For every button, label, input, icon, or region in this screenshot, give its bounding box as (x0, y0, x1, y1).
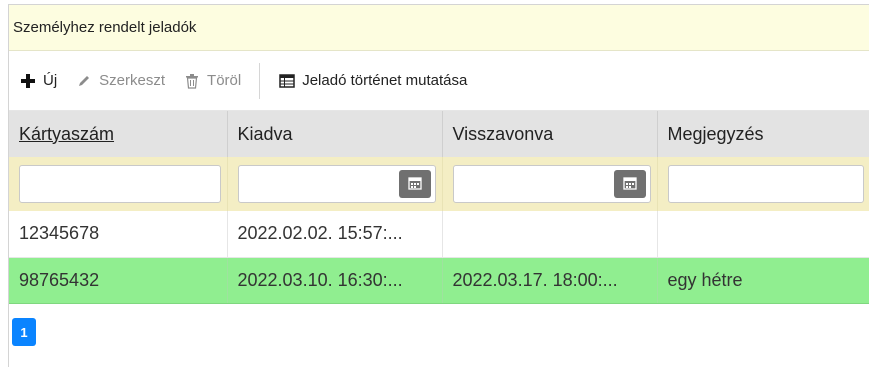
cell-revoked (442, 211, 658, 258)
filter-cell-issued (227, 157, 443, 211)
edit-button[interactable]: Szerkeszt (75, 66, 165, 96)
calendar-icon (622, 174, 637, 195)
note-filter-input[interactable] (668, 166, 863, 202)
issued-date-picker-button[interactable] (398, 170, 431, 198)
plus-icon (19, 72, 37, 90)
toolbar-separator (259, 62, 261, 99)
new-button[interactable]: Új (19, 66, 57, 96)
card-number-filter-input[interactable] (20, 166, 220, 202)
table-row[interactable]: 12345678 2022.02.02. 15:57:... (9, 211, 869, 258)
trash-icon (183, 72, 201, 90)
filter-box (237, 165, 436, 203)
header-row: Kártyaszám Kiadva Visszavonva Megjegyzés (9, 111, 869, 157)
issued-filter-input[interactable] (238, 166, 395, 202)
filter-cell-revoked (442, 157, 658, 211)
new-button-label: Új (43, 72, 58, 89)
cell-card-number: 12345678 (9, 211, 228, 258)
column-header-label: Kártyaszám (19, 123, 115, 144)
table-icon (278, 72, 296, 90)
column-header-note[interactable]: Megjegyzés (657, 111, 869, 157)
edit-button-label: Szerkeszt (99, 72, 166, 89)
column-header-card-number[interactable]: Kártyaszám (9, 111, 228, 157)
delete-button[interactable]: Töröl (183, 66, 241, 96)
beacons-table: Kártyaszám Kiadva Visszavonva Megjegyzés (9, 111, 869, 304)
revoked-date-picker-button[interactable] (613, 170, 646, 198)
column-header-label: Kiadva (237, 123, 293, 144)
cell-revoked: 2022.03.17. 18:00:... (442, 257, 658, 304)
column-header-label: Visszavonva (452, 123, 554, 144)
column-header-issued[interactable]: Kiadva (227, 111, 443, 157)
calendar-icon (407, 174, 422, 195)
revoked-filter-input[interactable] (453, 166, 610, 202)
table-row-selected[interactable]: 98765432 2022.03.10. 16:30:... 2022.03.1… (9, 257, 869, 304)
filter-cell-card (9, 157, 228, 211)
cell-note: egy hétre (657, 257, 869, 304)
column-header-revoked[interactable]: Visszavonva (442, 111, 658, 157)
panel-title: Személyhez rendelt jeladók (9, 5, 869, 51)
pencil-icon (75, 72, 93, 90)
cell-card-number: 98765432 (9, 257, 228, 304)
filter-cell-note (657, 157, 869, 211)
delete-button-label: Töröl (207, 72, 242, 89)
show-history-label: Jeladó történet mutatása (302, 72, 468, 89)
cell-issued: 2022.03.10. 16:30:... (227, 257, 443, 304)
toolbar: Új Szerkeszt Töröl Jeladó történet mutat… (9, 51, 869, 111)
pagination: 1 (12, 318, 36, 346)
column-header-label: Megjegyzés (667, 123, 764, 144)
filter-box (667, 165, 864, 203)
show-history-button[interactable]: Jeladó történet mutatása (278, 66, 467, 96)
assigned-beacons-panel: Személyhez rendelt jeladók Új Szerkeszt … (8, 4, 869, 367)
cell-issued: 2022.02.02. 15:57:... (227, 211, 443, 258)
page-button-current[interactable]: 1 (12, 318, 36, 346)
filter-box (19, 165, 221, 203)
filter-box (452, 165, 651, 203)
cell-note (657, 211, 869, 258)
filter-row (9, 157, 869, 211)
